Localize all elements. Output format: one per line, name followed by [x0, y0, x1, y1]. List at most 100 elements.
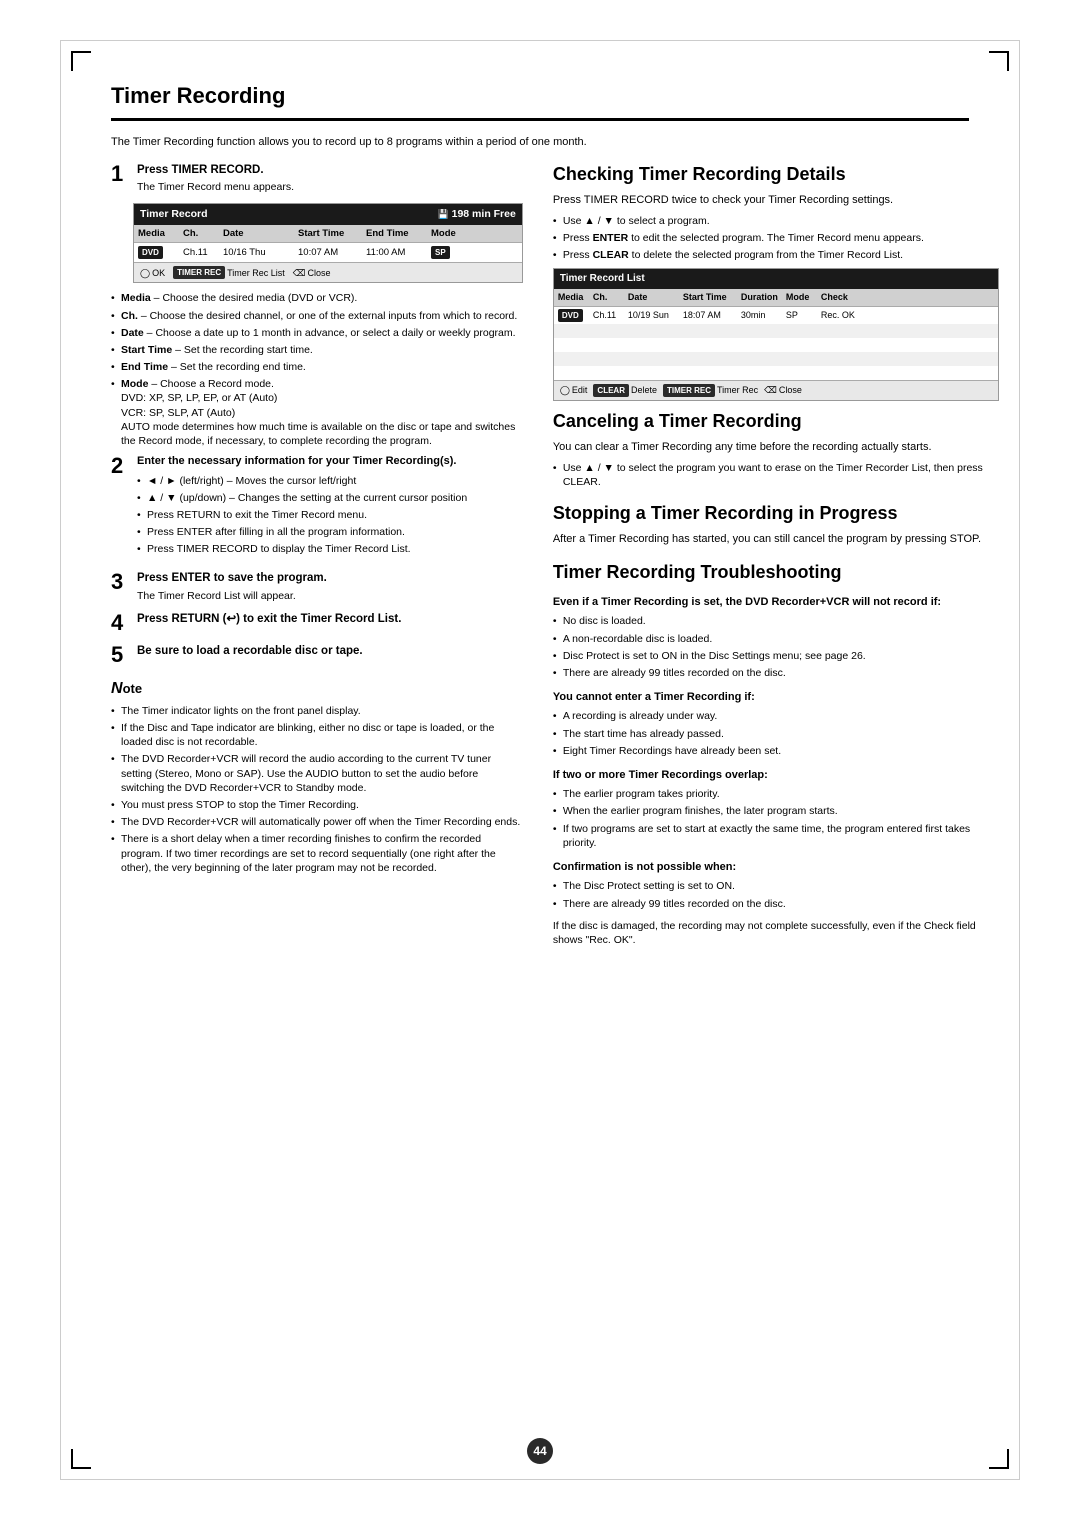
troubleshooting-title: Timer Recording Troubleshooting: [553, 560, 999, 585]
footer-close-item: ⌫ Close: [293, 267, 331, 280]
sp-badge: SP: [431, 246, 450, 259]
ts-sub3-bullet-1: The earlier program takes priority.: [553, 787, 999, 801]
timer-record-row: DVD Ch.11 10/16 Thu 10:07 AM 11:00 AM SP: [134, 243, 522, 262]
tl-timerrec-btn: TIMER REC: [663, 384, 715, 397]
canceling-title: Canceling a Timer Recording: [553, 409, 999, 434]
timer-list-row-5: [554, 366, 998, 380]
tl-footer-timerrec-label: Timer Rec: [717, 384, 758, 397]
intro-text: The Timer Recording function allows you …: [111, 135, 969, 150]
canceling-intro: You can clear a Timer Recording any time…: [553, 440, 999, 455]
col-ch: Ch.: [183, 227, 223, 240]
dvd-badge: DVD: [138, 246, 163, 259]
step-2-bold: Enter the necessary information for your…: [137, 454, 523, 469]
timer-rec-btn: TIMER REC: [173, 266, 225, 279]
tl-col-duration: Duration: [741, 291, 786, 304]
col-date: Date: [223, 227, 298, 240]
timer-record-box: Timer Record 💾 198 min Free Media Ch. Da…: [133, 203, 523, 283]
row-ch: Ch.11: [183, 246, 223, 259]
step-5-number: 5: [111, 643, 133, 667]
checking-bullet-3: Press CLEAR to delete the selected progr…: [553, 248, 999, 262]
row-end: 11:00 AM: [366, 246, 431, 259]
step-4-number: 4: [111, 611, 133, 635]
tl-footer-delete: CLEAR Delete: [593, 384, 657, 397]
step-4-bold: Press RETURN (↩) to exit the Timer Recor…: [137, 611, 523, 627]
timer-record-header: Timer Record 💾 198 min Free: [134, 204, 522, 225]
troubleshooting-sub1-bullets: No disc is loaded. A non-recordable disc…: [553, 614, 999, 680]
step-1-bold: Press TIMER RECORD.: [137, 162, 523, 178]
troubleshooting-sub1-bold: Even if a Timer Recording is set, the DV…: [553, 595, 999, 610]
row-start: 10:07 AM: [298, 246, 366, 259]
bullet-ch: Ch. – Choose the desired channel, or one…: [111, 309, 523, 323]
tl-row1-duration: 30min: [741, 309, 786, 322]
timer-record-free: 💾 198 min Free: [437, 207, 515, 222]
note-bullet-2: If the Disc and Tape indicator are blink…: [111, 721, 523, 749]
troubleshooting-sub3-bullets: The earlier program takes priority. When…: [553, 787, 999, 850]
bullet-date: Date – Choose a date up to 1 month in ad…: [111, 326, 523, 340]
bullet-end-time: End Time – Set the recording end time.: [111, 360, 523, 374]
troubleshooting-sub3-bold: If two or more Timer Recordings overlap:: [553, 768, 999, 783]
footer-ok-item: ◯ OK: [140, 267, 165, 280]
note-bullets: The Timer indicator lights on the front …: [111, 704, 523, 875]
ts-sub3-bullet-3: If two programs are set to start at exac…: [553, 822, 999, 850]
step2-bullet-5: Press TIMER RECORD to display the Timer …: [137, 542, 523, 556]
step-4-content: Press RETURN (↩) to exit the Timer Recor…: [137, 611, 523, 627]
ts-sub4-bullet-1: The Disc Protect setting is set to ON.: [553, 879, 999, 893]
note-label: ote: [123, 680, 143, 698]
step-1: 1 Press TIMER RECORD. The Timer Record m…: [111, 162, 523, 195]
checking-intro: Press TIMER RECORD twice to check your T…: [553, 193, 999, 208]
checking-title: Checking Timer Recording Details: [553, 162, 999, 187]
step-2-bullets: ◄ / ► (left/right) – Moves the cursor le…: [137, 474, 523, 557]
tl-row1-start: 18:07 AM: [683, 309, 741, 322]
corner-br: [989, 1449, 1009, 1469]
tl-col-mode: Mode: [786, 291, 821, 304]
canceling-bullets: Use ▲ / ▼ to select the program you want…: [553, 461, 999, 489]
step-2: 2 Enter the necessary information for yo…: [111, 454, 523, 562]
tl-row1-ch: Ch.11: [593, 309, 628, 322]
right-column: Checking Timer Recording Details Press T…: [553, 162, 999, 948]
checking-bullets: Use ▲ / ▼ to select a program. Press ENT…: [553, 214, 999, 263]
note-section: Note The Timer indicator lights on the f…: [111, 678, 523, 875]
tl-row1-mode: SP: [786, 309, 821, 322]
stopping-intro: After a Timer Recording has started, you…: [553, 532, 999, 547]
step-4: 4 Press RETURN (↩) to exit the Timer Rec…: [111, 611, 523, 635]
timer-record-footer: ◯ OK TIMER REC Timer Rec List ⌫ Close: [134, 262, 522, 282]
bullet-start-time: Start Time – Set the recording start tim…: [111, 343, 523, 357]
step2-bullet-2: ▲ / ▼ (up/down) – Changes the setting at…: [137, 491, 523, 505]
media-bullets: Media – Choose the desired media (DVD or…: [111, 291, 523, 448]
step2-bullet-3: Press RETURN to exit the Timer Record me…: [137, 508, 523, 522]
col-end-time: End Time: [366, 227, 431, 240]
ts-sub2-bullet-2: The start time has already passed.: [553, 727, 999, 741]
step-3-bold: Press ENTER to save the program.: [137, 570, 523, 586]
ts-sub3-bullet-2: When the earlier program finishes, the l…: [553, 804, 999, 818]
timer-list-footer: ◯ Edit CLEAR Delete TIMER REC Timer Rec …: [554, 380, 998, 400]
corner-tl: [71, 51, 91, 71]
ts-sub1-bullet-1: No disc is loaded.: [553, 614, 999, 628]
timer-list-row-2: [554, 324, 998, 338]
tl-row1-media: DVD: [558, 309, 593, 322]
row-media: DVD: [138, 246, 183, 259]
tl-row1-check: Rec. OK: [821, 309, 866, 322]
timer-list-row-4: [554, 352, 998, 366]
tl-footer-close: ⌫ Close: [764, 384, 802, 397]
step2-bullet-4: Press ENTER after filling in all the pro…: [137, 525, 523, 539]
tl-footer-close-label: Close: [779, 384, 802, 397]
troubleshooting-footer: If the disc is damaged, the recording ma…: [553, 919, 999, 948]
checking-bullet-1: Use ▲ / ▼ to select a program.: [553, 214, 999, 228]
note-bullet-6: There is a short delay when a timer reco…: [111, 832, 523, 875]
step-5: 5 Be sure to load a recordable disc or t…: [111, 643, 523, 667]
canceling-bullet-1: Use ▲ / ▼ to select the program you want…: [553, 461, 999, 489]
step-1-sub: The Timer Record menu appears.: [137, 180, 523, 195]
note-n: N: [111, 678, 123, 700]
note-bullet-3: The DVD Recorder+VCR will record the aud…: [111, 752, 523, 795]
bullet-mode: Mode – Choose a Record mode. DVD: XP, SP…: [111, 377, 523, 448]
tl-clear-btn: CLEAR: [593, 384, 629, 397]
corner-tr: [989, 51, 1009, 71]
timer-list-cols: Media Ch. Date Start Time Duration Mode …: [554, 289, 998, 307]
tl-dvd-badge: DVD: [558, 309, 583, 322]
checking-bullet-2: Press ENTER to edit the selected program…: [553, 231, 999, 245]
timer-record-title: Timer Record: [140, 207, 208, 222]
row-date: 10/16 Thu: [223, 246, 298, 259]
note-bullet-1: The Timer indicator lights on the front …: [111, 704, 523, 718]
tl-col-ch: Ch.: [593, 291, 628, 304]
row-mode: SP: [431, 246, 476, 259]
